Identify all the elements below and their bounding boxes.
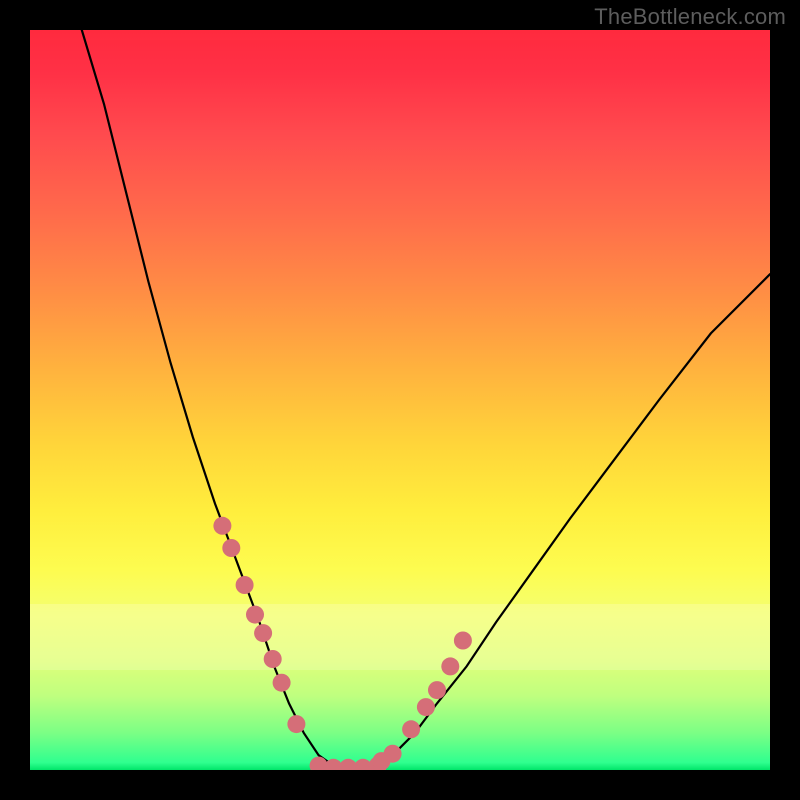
data-dot	[428, 681, 446, 699]
data-dot	[213, 517, 231, 535]
data-dot	[273, 674, 291, 692]
data-dot	[287, 715, 305, 733]
data-dot	[441, 657, 459, 675]
data-dot	[236, 576, 254, 594]
data-dot	[264, 650, 282, 668]
chart-container: TheBottleneck.com	[0, 0, 800, 800]
watermark: TheBottleneck.com	[594, 4, 786, 30]
data-dot	[454, 632, 472, 650]
data-dot	[222, 539, 240, 557]
data-dot	[402, 720, 420, 738]
dot-layer	[213, 517, 472, 770]
data-dot	[254, 624, 272, 642]
curve-layer	[82, 30, 770, 770]
curve	[82, 30, 348, 770]
data-dot	[417, 698, 435, 716]
data-dot	[384, 745, 402, 763]
overlay-svg	[30, 30, 770, 770]
curve	[348, 274, 770, 770]
data-dot	[246, 606, 264, 624]
plot-area	[30, 30, 770, 770]
